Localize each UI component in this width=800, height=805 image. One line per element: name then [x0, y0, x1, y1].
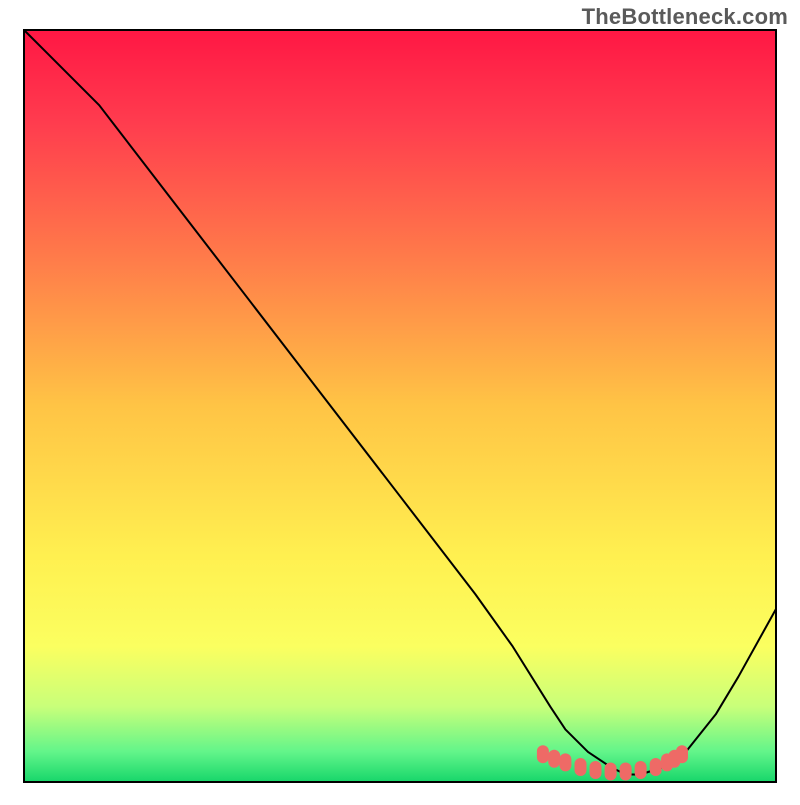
marker — [537, 745, 549, 763]
chart-svg — [0, 0, 800, 800]
chart-background — [24, 30, 776, 782]
marker — [635, 761, 647, 779]
marker — [590, 761, 602, 779]
marker — [650, 758, 662, 776]
marker — [548, 750, 560, 768]
marker — [620, 763, 632, 781]
marker — [676, 745, 688, 763]
marker — [575, 758, 587, 776]
marker — [605, 763, 617, 781]
bottleneck-chart — [0, 0, 800, 800]
marker — [559, 753, 571, 771]
watermark-label: TheBottleneck.com — [582, 4, 788, 30]
